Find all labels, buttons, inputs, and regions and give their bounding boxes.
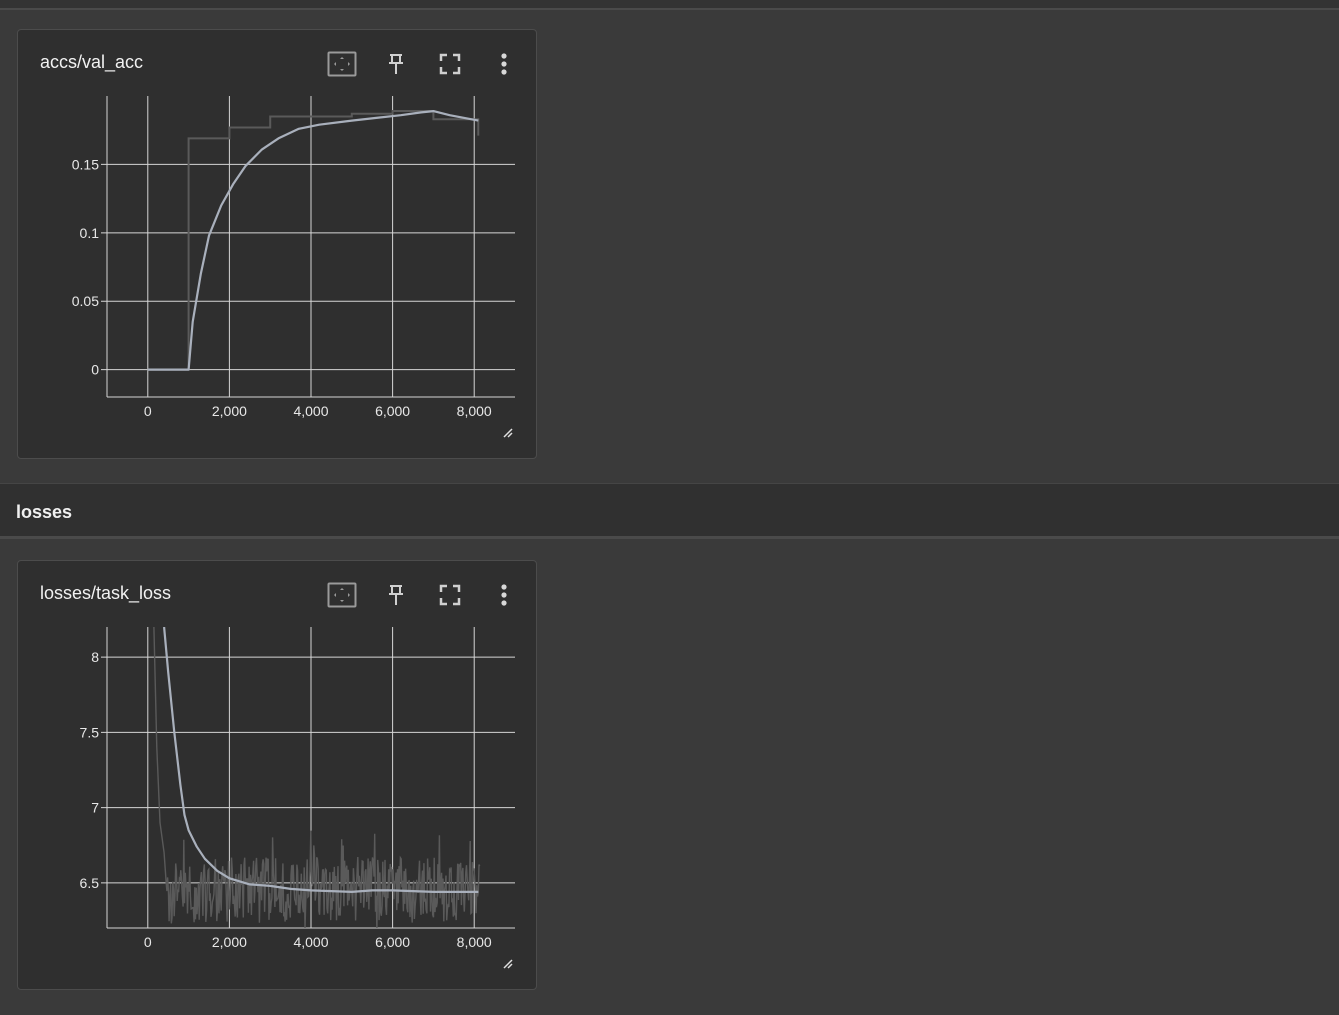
y-tick-label: 0.1 — [80, 225, 100, 241]
series-group — [147, 110, 480, 371]
resize-handle-icon — [503, 959, 513, 969]
resize-handle-icon — [503, 428, 513, 438]
y-tick-label: 8 — [91, 649, 99, 665]
section-title: losses — [16, 502, 73, 522]
section-header[interactable]: losses — [0, 483, 1339, 539]
x-tick-label: 2,000 — [212, 934, 247, 950]
raw-series-line — [147, 110, 480, 371]
line-chart[interactable]: 0 2,000 4,000 6,000 8,000 6.5 7 7.5 8 — [18, 561, 536, 989]
y-tick-label: 7.5 — [80, 724, 100, 740]
x-tick-label: 4,000 — [293, 934, 328, 950]
y-tick-label: 7 — [91, 800, 99, 816]
x-tick-label: 2,000 — [212, 403, 247, 419]
x-tick-label: 0 — [144, 934, 152, 950]
x-tick-label: 0 — [144, 403, 152, 419]
x-tick-label: 6,000 — [375, 934, 410, 950]
y-tick-label: 0.15 — [72, 156, 99, 172]
x-tick-label: 6,000 — [375, 403, 410, 419]
scalar-card-task-loss: losses/task_loss 0 2,000 4,000 6,000 8,000 6.… — [17, 560, 537, 990]
y-tick-label: 0 — [91, 362, 99, 378]
smoothed-series-line — [163, 627, 479, 893]
x-tick-label: 8,000 — [457, 934, 492, 950]
top-divider — [0, 0, 1339, 10]
line-chart[interactable]: 0 2,000 4,000 6,000 8,000 0 0.05 0.1 0.15 — [18, 30, 536, 458]
y-tick-label: 0.05 — [72, 293, 99, 309]
x-tick-label: 8,000 — [457, 403, 492, 419]
x-tick-label: 4,000 — [293, 403, 328, 419]
y-tick-label: 6.5 — [80, 875, 100, 891]
series-group — [153, 627, 481, 928]
scalar-card-val-acc: accs/val_acc 0 2,000 4,000 6,000 8,000 0 0.05 0… — [17, 29, 537, 459]
raw-series-line — [153, 627, 481, 928]
smoothed-series-line — [147, 110, 479, 371]
